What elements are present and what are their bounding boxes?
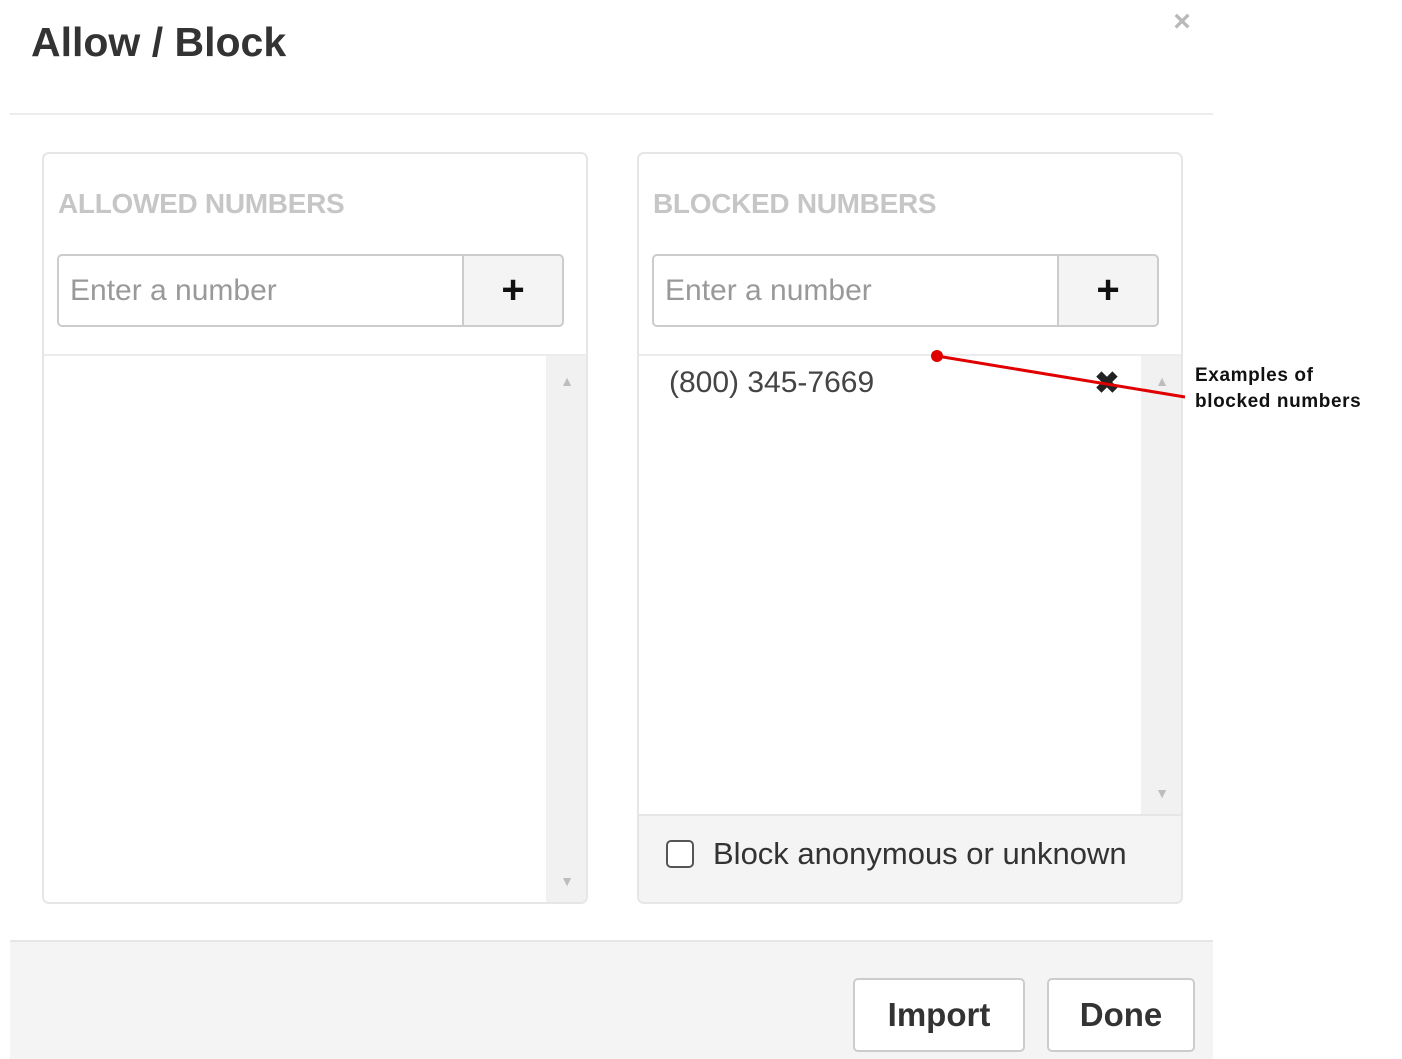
import-button[interactable]: Import [853, 978, 1025, 1052]
annotation-pointer [931, 350, 1186, 399]
annotation-label: Examples of blocked numbers [1195, 363, 1400, 415]
allow-block-modal: Allow / Block × ALLOWED NUMBERS + ▲ ▼ BL… [0, 0, 1402, 1059]
modal-footer: Import Done [10, 942, 1213, 1059]
annotation-line-1: Examples of [1195, 365, 1314, 386]
done-button[interactable]: Done [1047, 978, 1195, 1052]
annotation-line [936, 354, 1186, 399]
annotation-line-2: blocked numbers [1195, 391, 1362, 412]
